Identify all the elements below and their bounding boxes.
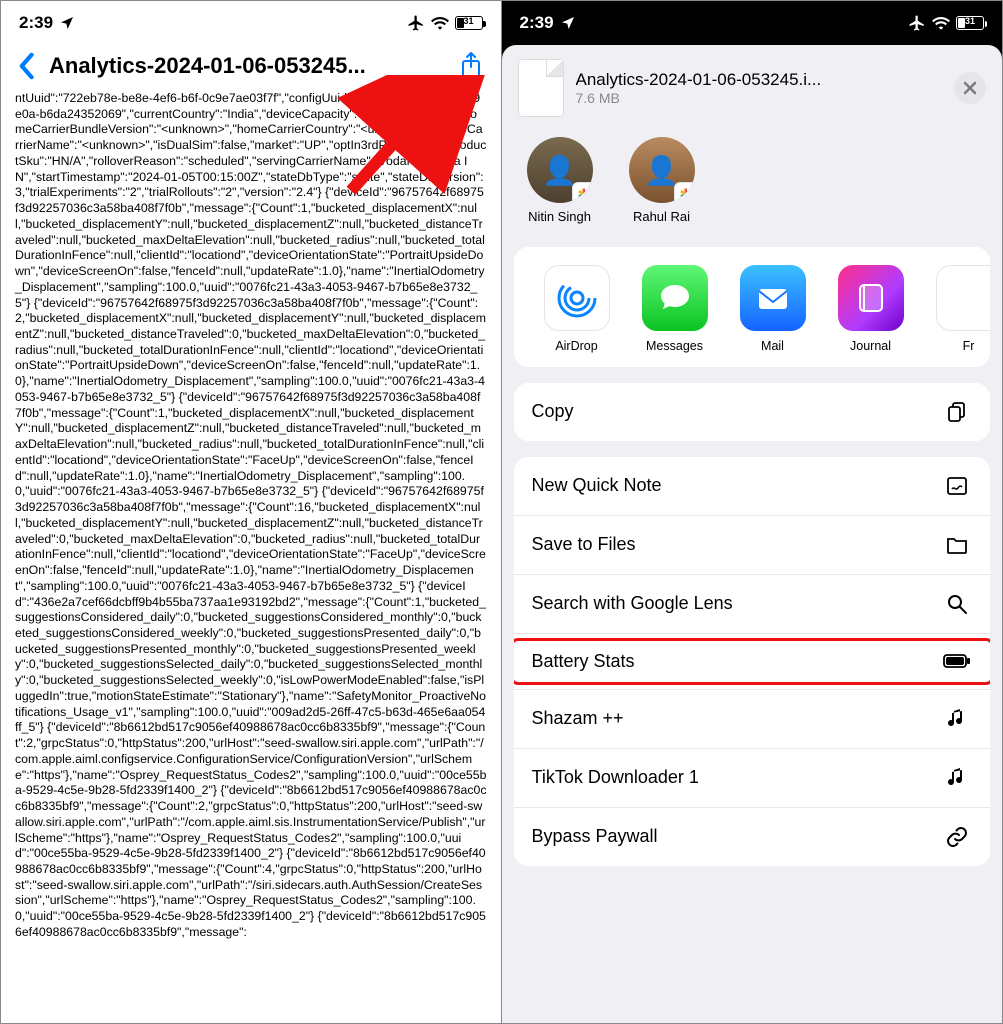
search-icon bbox=[942, 592, 972, 616]
action-copy[interactable]: Copy bbox=[514, 383, 991, 441]
battery-icon: 31 bbox=[956, 16, 984, 30]
action-shazam[interactable]: Shazam ++ bbox=[514, 690, 991, 749]
action-label: Battery Stats bbox=[532, 651, 635, 672]
document-title: Analytics-2024-01-06-053245.i... bbox=[576, 70, 943, 90]
action-bypass-paywall[interactable]: Bypass Paywall bbox=[514, 808, 991, 866]
action-label: Search with Google Lens bbox=[532, 593, 733, 614]
action-save-to-files[interactable]: Save to Files bbox=[514, 516, 991, 575]
document-size: 7.6 MB bbox=[576, 90, 943, 106]
battery-icon bbox=[942, 653, 972, 669]
slack-badge-icon: ✱ bbox=[674, 182, 695, 203]
copy-icon bbox=[942, 400, 972, 424]
right-phone: 2:39 31 Analytics-2024-01-06-053245.i...… bbox=[502, 1, 1003, 1023]
music-note-icon bbox=[942, 707, 972, 731]
airplane-mode-icon bbox=[407, 14, 425, 32]
quick-note-icon bbox=[942, 474, 972, 498]
app-label: Messages bbox=[636, 339, 714, 353]
action-google-lens[interactable]: Search with Google Lens bbox=[514, 575, 991, 634]
contacts-row: 👤 ✱ Nitin Singh 👤 ✱ Rahul Rai bbox=[502, 129, 1003, 247]
action-label: Save to Files bbox=[532, 534, 636, 555]
status-time: 2:39 bbox=[520, 13, 554, 33]
document-icon bbox=[518, 59, 564, 117]
app-airdrop[interactable]: AirDrop bbox=[538, 265, 616, 353]
app-label: Mail bbox=[734, 339, 812, 353]
avatar: 👤 ✱ bbox=[527, 137, 593, 203]
slack-badge-icon: ✱ bbox=[572, 182, 593, 203]
share-sheet: Analytics-2024-01-06-053245.i... 7.6 MB … bbox=[502, 45, 1003, 1023]
location-arrow-icon bbox=[59, 15, 75, 31]
chevron-left-icon bbox=[17, 52, 35, 80]
app-label: Fr bbox=[930, 339, 991, 353]
nav-bar: Analytics-2024-01-06-053245... bbox=[1, 45, 501, 91]
action-label: New Quick Note bbox=[532, 475, 662, 496]
close-icon bbox=[963, 81, 977, 95]
back-button[interactable] bbox=[7, 52, 45, 80]
app-label: AirDrop bbox=[538, 339, 616, 353]
action-label: TikTok Downloader 1 bbox=[532, 767, 699, 788]
status-time: 2:39 bbox=[19, 13, 53, 33]
freeform-icon bbox=[936, 265, 991, 331]
action-label: Shazam ++ bbox=[532, 708, 624, 729]
contact-name: Nitin Singh bbox=[524, 209, 596, 225]
wifi-icon bbox=[431, 16, 449, 30]
file-content: ntUuid":"722eb78e-be8e-4ef6-b6f-0c9e7ae0… bbox=[1, 91, 501, 1013]
secondary-actions: New Quick Note Save to Files Search with… bbox=[514, 457, 991, 866]
status-bar: 2:39 31 bbox=[1, 1, 501, 45]
action-label: Copy bbox=[532, 401, 574, 422]
contact-name: Rahul Rai bbox=[626, 209, 698, 225]
airdrop-icon bbox=[544, 265, 610, 331]
app-freeform[interactable]: Fr bbox=[930, 265, 991, 353]
journal-icon bbox=[838, 265, 904, 331]
battery-icon: 31 bbox=[455, 16, 483, 30]
close-button[interactable] bbox=[954, 72, 986, 104]
mail-icon bbox=[740, 265, 806, 331]
primary-actions: Copy bbox=[514, 383, 991, 441]
link-icon bbox=[942, 825, 972, 849]
airplane-mode-icon bbox=[908, 14, 926, 32]
folder-icon bbox=[942, 533, 972, 557]
app-journal[interactable]: Journal bbox=[832, 265, 910, 353]
action-new-quick-note[interactable]: New Quick Note bbox=[514, 457, 991, 516]
messages-icon bbox=[642, 265, 708, 331]
action-tiktok-downloader[interactable]: TikTok Downloader 1 bbox=[514, 749, 991, 808]
music-note-icon bbox=[942, 766, 972, 790]
contact-rahul[interactable]: 👤 ✱ Rahul Rai bbox=[626, 137, 698, 225]
location-arrow-icon bbox=[560, 15, 576, 31]
left-phone: 2:39 31 Analytics-2024-01-06-053245... n… bbox=[1, 1, 502, 1023]
status-bar: 2:39 31 bbox=[502, 1, 1003, 45]
nav-title: Analytics-2024-01-06-053245... bbox=[49, 53, 449, 79]
wifi-icon bbox=[932, 16, 950, 30]
app-label: Journal bbox=[832, 339, 910, 353]
action-label: Bypass Paywall bbox=[532, 826, 658, 847]
share-icon bbox=[459, 51, 483, 81]
app-mail[interactable]: Mail bbox=[734, 265, 812, 353]
share-button[interactable] bbox=[453, 51, 489, 81]
apps-row: AirDrop Messages Mail Journal bbox=[514, 247, 991, 367]
app-messages[interactable]: Messages bbox=[636, 265, 714, 353]
contact-nitin[interactable]: 👤 ✱ Nitin Singh bbox=[524, 137, 596, 225]
action-battery-stats[interactable]: Battery Stats bbox=[514, 634, 991, 690]
avatar: 👤 ✱ bbox=[629, 137, 695, 203]
sheet-header: Analytics-2024-01-06-053245.i... 7.6 MB bbox=[502, 45, 1003, 129]
